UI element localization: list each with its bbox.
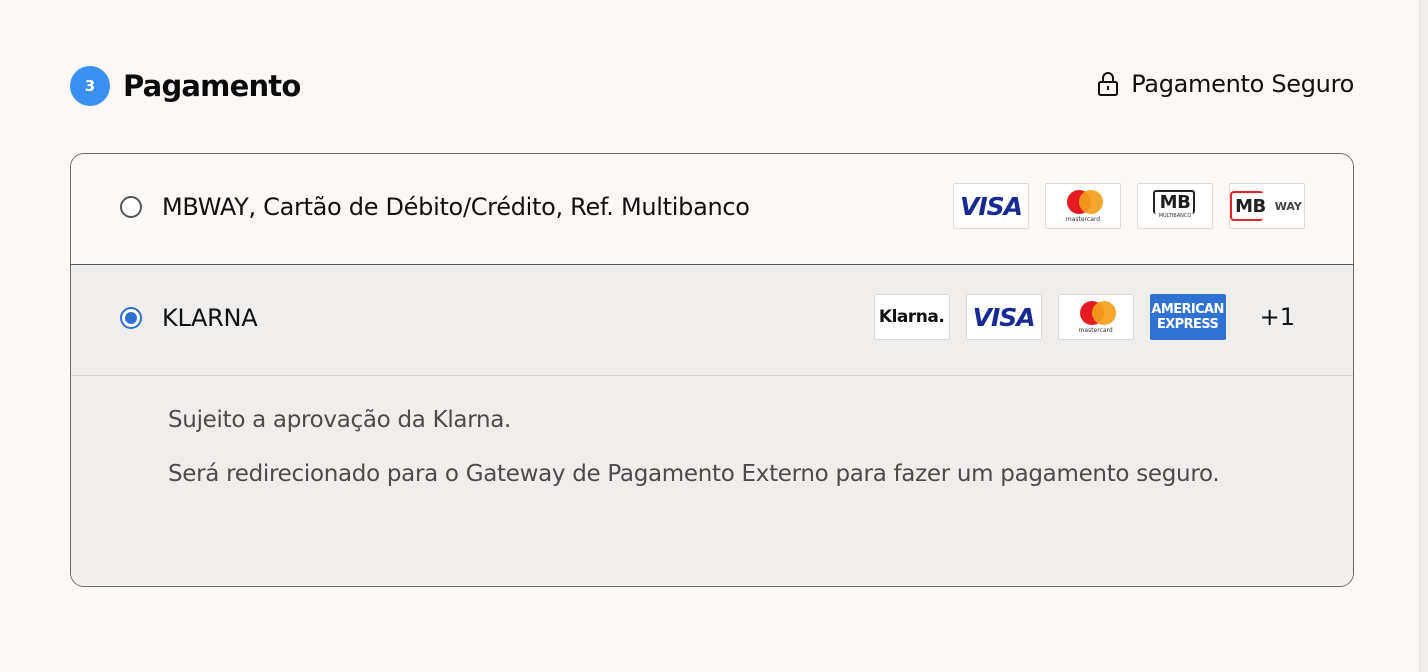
amex-line-2: EXPRESS <box>1156 317 1219 332</box>
section-title: Pagamento <box>123 69 301 103</box>
klarna-redirect-note: Será redirecionado para o Gateway de Pag… <box>168 461 1220 487</box>
logos-multibanco: VISA mastercard MB MULTIBANCO MB WAY <box>937 183 1305 229</box>
amex-logo-text: AMERICAN EXPRESS <box>1151 302 1224 332</box>
option-label-multibanco[interactable]: MBWAY, Cartão de Débito/Crédito, Ref. Mu… <box>162 190 750 224</box>
radio-klarna[interactable] <box>120 307 142 329</box>
payment-methods-box: MBWAY, Cartão de Débito/Crédito, Ref. Mu… <box>70 153 1354 587</box>
secure-payment-label: Pagamento Seguro <box>1131 70 1354 98</box>
klarna-logo-text: Klarna. <box>878 307 945 327</box>
mastercard-mark: mastercard <box>1063 189 1103 223</box>
logos-klarna: Klarna. VISA mastercard AMERICAN EXPRESS… <box>858 294 1295 340</box>
multibanco-logo: MB MULTIBANCO <box>1137 183 1213 229</box>
payment-option-klarna[interactable]: KLARNA Klarna. VISA mastercard AMERICAN … <box>71 265 1353 585</box>
payment-section-header: 3 Pagamento Pagamento Seguro <box>70 64 1354 108</box>
klarna-details: Sujeito a aprovação da Klarna. Será redi… <box>168 403 1268 491</box>
visa-logo: VISA <box>953 183 1029 229</box>
mbway-logo: MB WAY <box>1229 183 1305 229</box>
amex-line-1: AMERICAN <box>1151 302 1224 317</box>
more-methods-count: +1 <box>1259 303 1295 331</box>
klarna-approval-note: Sujeito a aprovação da Klarna. <box>168 407 512 433</box>
mastercard-yellow-circle <box>1091 300 1116 325</box>
radio-multibanco[interactable] <box>120 196 142 218</box>
details-divider <box>71 375 1353 376</box>
mastercard-circles <box>1063 189 1103 214</box>
option-label-klarna[interactable]: KLARNA <box>162 301 258 335</box>
mastercard-yellow-circle <box>1079 189 1103 214</box>
klarna-logo: Klarna. <box>873 294 950 340</box>
visa-logo-text: VISA <box>959 191 1023 221</box>
visa-logo: VISA <box>965 294 1042 340</box>
multibanco-mark: MB MULTIBANCO <box>1152 190 1195 219</box>
mastercard-circles <box>1076 300 1116 325</box>
page-scrollbar[interactable] <box>1419 0 1428 672</box>
mastercard-wordmark: mastercard <box>1078 326 1113 334</box>
step-badge: 3 <box>70 66 110 106</box>
lock-icon <box>1098 72 1119 96</box>
mbway-way-text: WAY <box>1274 199 1302 213</box>
mbway-mark: MB WAY <box>1230 190 1302 221</box>
secure-payment-indicator: Pagamento Seguro <box>1097 66 1354 102</box>
mastercard-logo: mastercard <box>1057 294 1134 340</box>
amex-logo: AMERICAN EXPRESS <box>1149 294 1226 340</box>
mastercard-logo: mastercard <box>1045 183 1121 229</box>
payment-option-row[interactable]: MBWAY, Cartão de Débito/Crédito, Ref. Mu… <box>71 154 1353 264</box>
mastercard-wordmark: mastercard <box>1065 215 1101 223</box>
multibanco-frame <box>1152 190 1195 214</box>
mastercard-mark: mastercard <box>1076 300 1116 334</box>
payment-option-row[interactable]: KLARNA Klarna. VISA mastercard AMERICAN … <box>71 265 1353 375</box>
payment-option-multibanco[interactable]: MBWAY, Cartão de Débito/Crédito, Ref. Mu… <box>71 154 1353 265</box>
mbway-mb-text: MB <box>1230 190 1269 221</box>
visa-logo-text: VISA <box>972 302 1036 332</box>
